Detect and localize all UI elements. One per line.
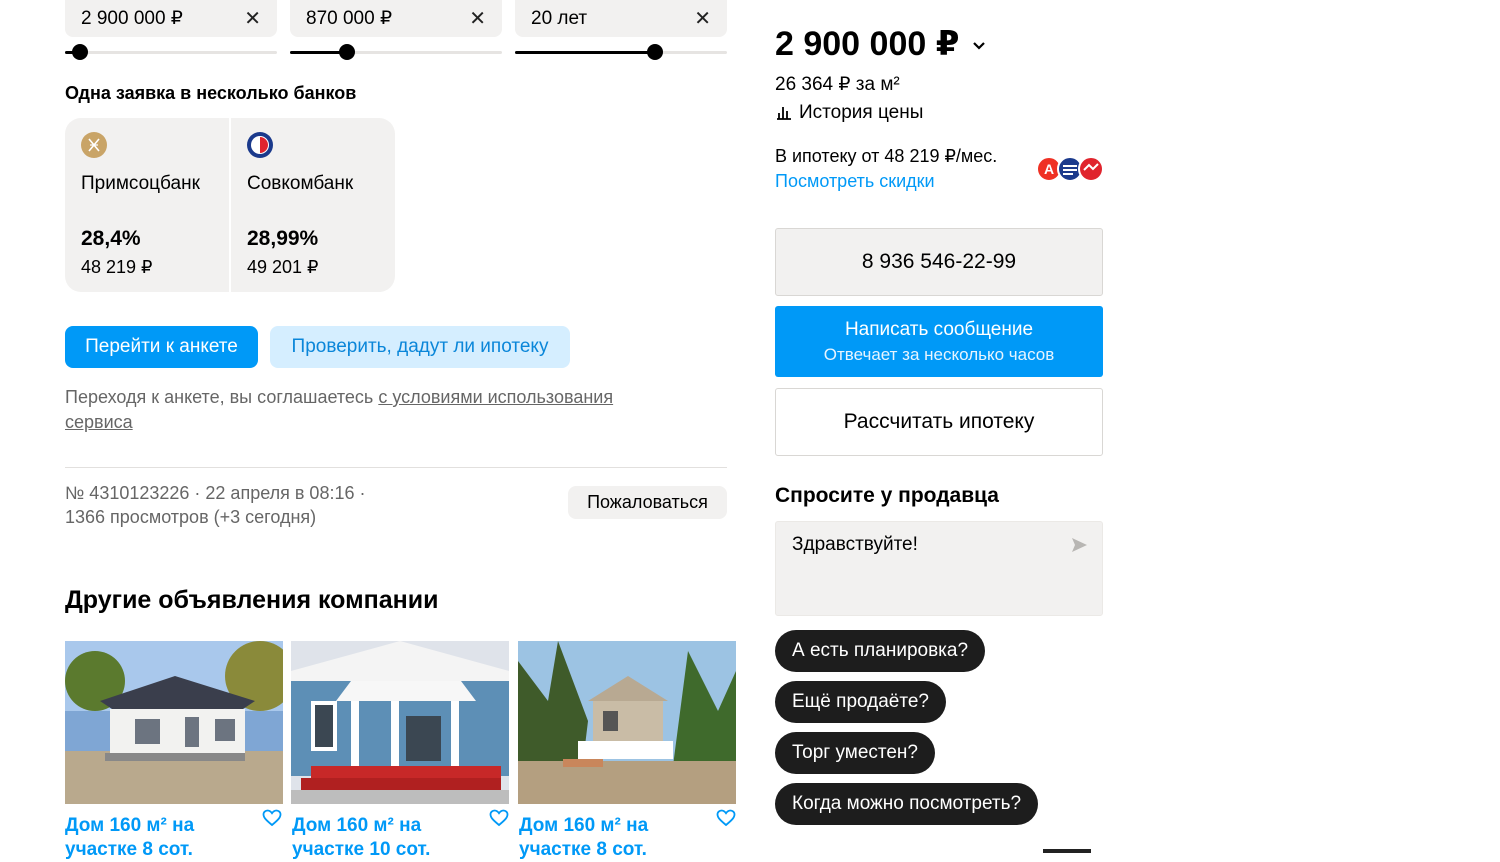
bank-logo-icon bbox=[1078, 156, 1104, 182]
term-slider-fill bbox=[515, 51, 655, 54]
bank-name: Совкомбанк bbox=[247, 173, 354, 194]
price-per-m2: 26 364 ₽ за м² bbox=[775, 74, 900, 95]
price-header[interactable]: 2 900 000 ₽ bbox=[775, 24, 987, 64]
quick-question-chip[interactable]: Торг уместен? bbox=[775, 732, 935, 774]
term-input[interactable]: 20 лет ✕ bbox=[515, 0, 727, 37]
banks-heading: Одна заявка в несколько банков bbox=[65, 83, 357, 103]
ask-seller-heading: Спросите у продавца bbox=[775, 484, 999, 507]
listing-meta: № 4310123226 · 22 апреля в 08:16 · 1366 … bbox=[65, 481, 365, 529]
bank-card-sovcom[interactable]: Совкомбанк 28,99% 49 201 ₽ bbox=[231, 118, 395, 292]
mortgage-from: В ипотеку от 48 219 ₽/мес. bbox=[775, 146, 998, 166]
favorite-heart-icon[interactable] bbox=[262, 809, 282, 827]
bank-payment: 48 219 ₽ bbox=[81, 257, 153, 277]
down-payment-input-value: 870 000 ₽ bbox=[306, 8, 393, 29]
listing-title-line: участке 8 сот. bbox=[65, 839, 193, 860]
bank-card-primsoc[interactable]: Примсоцбанк 28,4% 48 219 ₽ bbox=[65, 118, 229, 292]
report-button[interactable]: Пожаловаться bbox=[568, 486, 727, 519]
bank-payment: 49 201 ₽ bbox=[247, 257, 319, 277]
check-mortgage-button[interactable]: Проверить, дадут ли ипотеку bbox=[270, 326, 570, 368]
bank-name: Примсоцбанк bbox=[81, 173, 200, 194]
other-listings-heading: Другие объявления компании bbox=[65, 586, 439, 614]
write-message-button[interactable]: Написать сообщение Отвечает за несколько… bbox=[775, 306, 1103, 377]
listing-title[interactable]: Дом 160 м² на участке 10 сот. bbox=[292, 814, 492, 862]
quick-question-chip[interactable]: А есть планировка? bbox=[775, 630, 986, 672]
down-payment-slider-handle[interactable] bbox=[339, 44, 356, 60]
chevron-down-icon[interactable] bbox=[971, 40, 987, 52]
listing-title[interactable]: Дом 160 м² на участке 8 сот. bbox=[519, 814, 719, 862]
bank-logos: А bbox=[1036, 156, 1106, 182]
disclaimer: Переходя к анкете, вы соглашаетесь с усл… bbox=[65, 385, 685, 435]
listing-views: 1366 просмотров (+3 сегодня) bbox=[65, 507, 317, 527]
price-slider-handle[interactable] bbox=[71, 44, 88, 60]
seller-message-value: Здравствуйте! bbox=[792, 534, 918, 555]
listing-title-line: Дом 160 м² на bbox=[65, 815, 195, 836]
listing-title-line: участке 8 сот. bbox=[519, 839, 647, 860]
write-message-label: Написать сообщение bbox=[844, 318, 1034, 340]
price-history-link[interactable]: История цены bbox=[775, 102, 923, 124]
listing-photo[interactable] bbox=[291, 641, 509, 804]
close-icon[interactable]: ✕ bbox=[244, 6, 261, 31]
favorite-heart-icon[interactable] bbox=[716, 809, 736, 827]
bank-rate: 28,99% bbox=[247, 227, 319, 250]
sovcom-logo-icon bbox=[247, 132, 273, 158]
down-payment-input[interactable]: 870 000 ₽ ✕ bbox=[290, 0, 502, 37]
bar-chart-icon bbox=[777, 107, 791, 120]
discounts-link[interactable]: Посмотреть скидки bbox=[775, 171, 935, 192]
show-phone-button[interactable]: 8 936 546-22-99 bbox=[775, 228, 1103, 296]
partial-thumbnail bbox=[1043, 849, 1091, 853]
response-time: Отвечает за несколько часов bbox=[823, 344, 1055, 364]
close-icon[interactable]: ✕ bbox=[694, 6, 711, 31]
term-input-value: 20 лет bbox=[531, 7, 588, 29]
disclaimer-text: Переходя к анкете, вы соглашаетесь bbox=[65, 387, 379, 407]
go-to-form-button[interactable]: Перейти к анкете bbox=[65, 326, 258, 368]
send-icon[interactable] bbox=[1070, 536, 1088, 554]
listing-title-line: Дом 160 м² на bbox=[292, 815, 422, 836]
quick-question-chip[interactable]: Когда можно посмотреть? bbox=[775, 783, 1039, 825]
calculate-mortgage-button[interactable]: Рассчитать ипотеку bbox=[775, 388, 1103, 456]
price-history-label: История цены bbox=[799, 102, 924, 123]
seller-message-field[interactable]: Здравствуйте! bbox=[775, 521, 1103, 616]
price-value: 2 900 000 ₽ bbox=[775, 25, 960, 63]
listing-title-line: Дом 160 м² на bbox=[519, 815, 649, 836]
price-input-value: 2 900 000 ₽ bbox=[81, 8, 183, 29]
term-slider[interactable] bbox=[515, 44, 727, 60]
favorite-heart-icon[interactable] bbox=[489, 809, 509, 827]
listing-id-date: № 4310123226 · 22 апреля в 08:16 · bbox=[65, 483, 366, 503]
primsoc-logo-icon bbox=[81, 132, 107, 158]
listing-title[interactable]: Дом 160 м² на участке 8 сот. bbox=[65, 814, 265, 862]
close-icon[interactable]: ✕ bbox=[469, 6, 486, 31]
listing-photo[interactable] bbox=[65, 641, 283, 804]
term-slider-handle[interactable] bbox=[646, 44, 663, 60]
quick-question-chip[interactable]: Ещё продаёте? bbox=[775, 681, 946, 723]
svg-text:А: А bbox=[1044, 161, 1054, 177]
bank-rate: 28,4% bbox=[81, 227, 141, 250]
divider bbox=[65, 467, 727, 468]
down-payment-slider[interactable] bbox=[290, 44, 502, 60]
price-input[interactable]: 2 900 000 ₽ ✕ bbox=[65, 0, 277, 37]
price-slider[interactable] bbox=[65, 44, 277, 60]
listing-title-line: участке 10 сот. bbox=[292, 839, 431, 860]
listing-photo[interactable] bbox=[518, 641, 736, 804]
